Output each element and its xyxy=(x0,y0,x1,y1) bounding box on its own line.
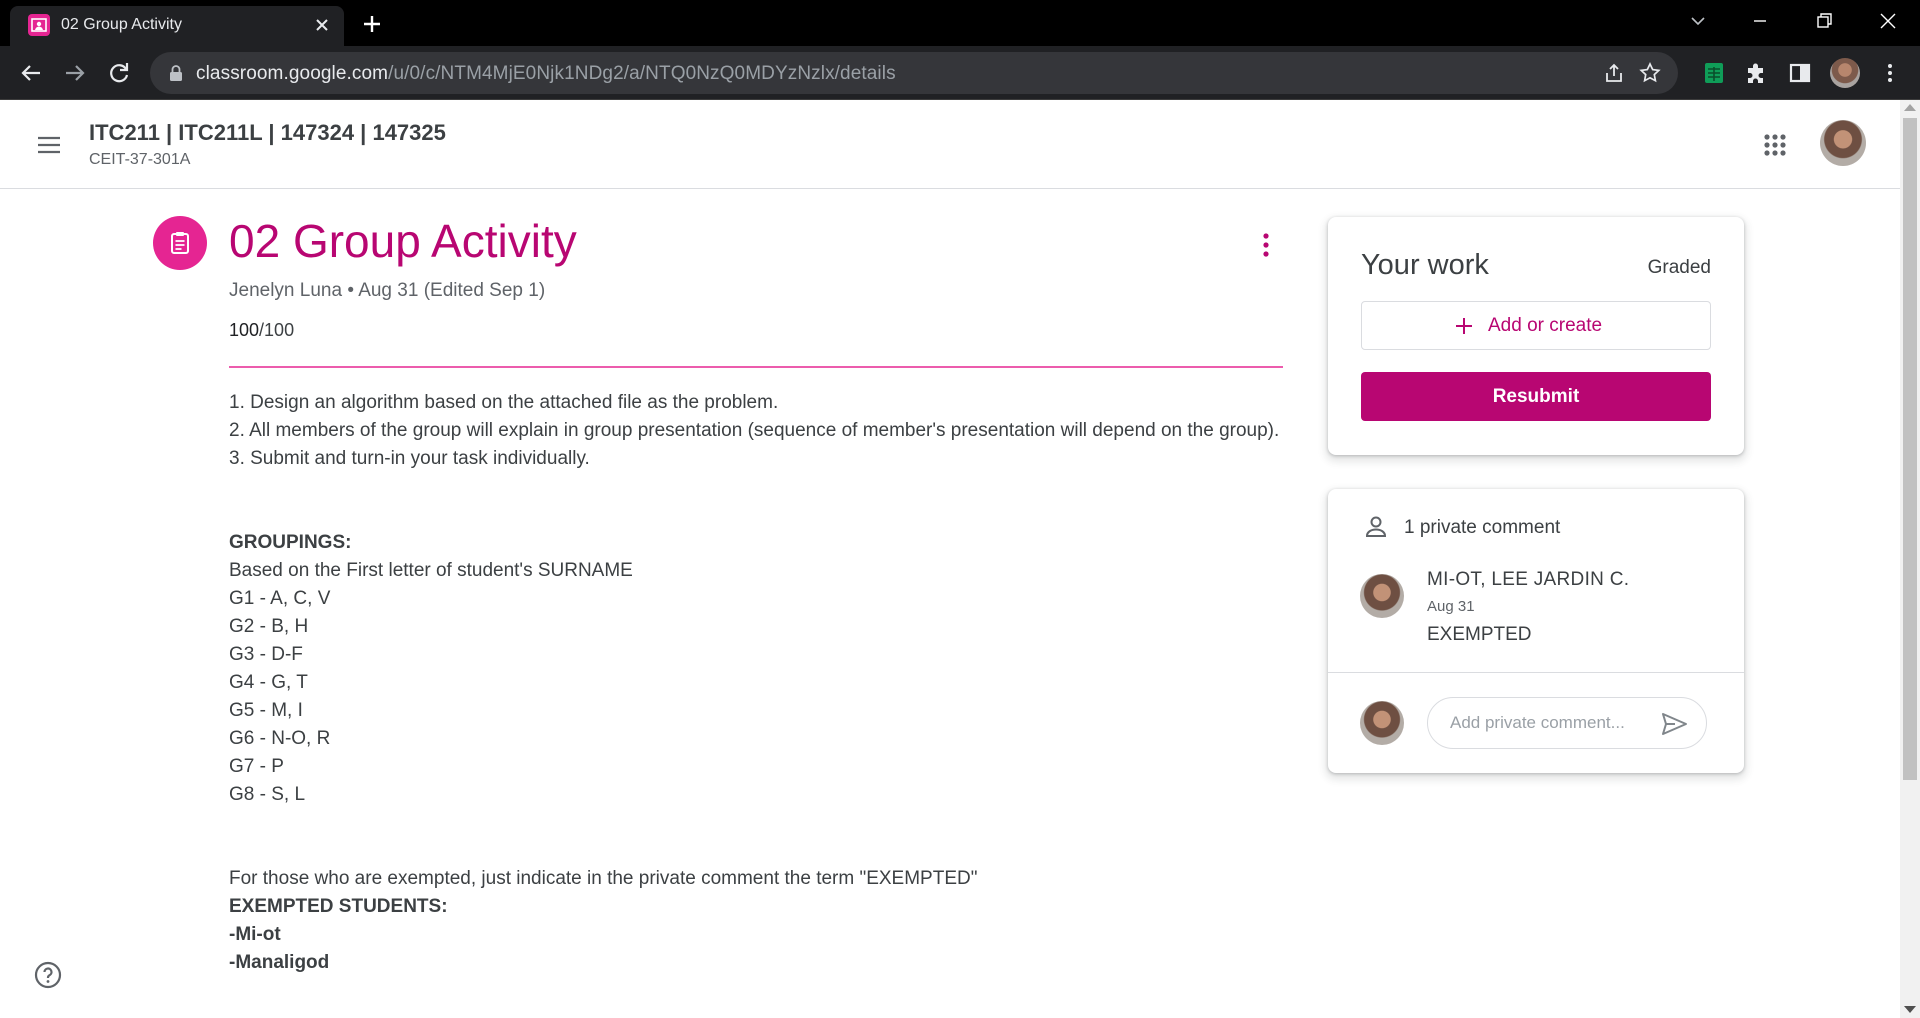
group-item: G2 - B, H xyxy=(229,616,309,637)
group-item: G8 - S, L xyxy=(229,784,306,805)
commenter-avatar xyxy=(1360,574,1404,618)
assignment-clipboard-icon xyxy=(153,216,207,270)
exempted-heading: EXEMPTED STUDENTS: xyxy=(229,896,448,917)
address-bar[interactable]: classroom.google.com/u/0/c/NTM4MjE0Njk1N… xyxy=(150,52,1678,94)
comment-date: Aug 31 xyxy=(1427,598,1475,615)
scroll-down-arrow-icon[interactable] xyxy=(1904,1006,1916,1013)
url-path: /u/0/c/NTM4MjE0Njk1NDg2/a/NTQ0NzQ0MDYzNz… xyxy=(388,63,896,84)
scroll-up-arrow-icon[interactable] xyxy=(1904,104,1916,111)
group-item: G7 - P xyxy=(229,756,284,777)
group-item: G3 - D-F xyxy=(229,644,303,665)
add-or-create-button[interactable]: Add or create xyxy=(1361,301,1711,350)
title-divider xyxy=(229,366,1283,368)
comment-text: EXEMPTED xyxy=(1427,624,1532,645)
exempted-student: -Manaligod xyxy=(229,952,330,973)
assignment-instructions: 1. Design an algorithm based on the atta… xyxy=(229,389,1289,977)
new-tab-plus-icon[interactable] xyxy=(358,10,386,38)
star-icon[interactable] xyxy=(1638,61,1662,85)
course-title[interactable]: ITC211 | ITC211L | 147324 | 147325 xyxy=(89,120,446,146)
instruction-step-3: 3. Submit and turn-in your task individu… xyxy=(229,448,590,469)
classroom-header: ITC211 | ITC211L | 147324 | 147325 CEIT-… xyxy=(0,100,1900,189)
assignment-points: 100/100 xyxy=(229,320,294,341)
help-icon[interactable] xyxy=(33,960,63,990)
browser-toolbar: classroom.google.com/u/0/c/NTM4MjE0Njk1N… xyxy=(0,46,1920,100)
points-total: /100 xyxy=(259,320,295,340)
private-comments-card: 1 private comment MI-OT, LEE JARDIN C. A… xyxy=(1328,489,1744,773)
sheets-extension-icon[interactable] xyxy=(1700,59,1728,87)
group-item: G5 - M, I xyxy=(229,700,303,721)
lock-icon[interactable] xyxy=(168,64,184,82)
more-options-icon[interactable] xyxy=(1252,228,1280,262)
send-icon[interactable] xyxy=(1659,709,1689,739)
account-avatar[interactable] xyxy=(1820,120,1866,166)
back-arrow-icon[interactable] xyxy=(16,58,46,88)
close-tab-icon[interactable] xyxy=(310,13,334,37)
person-icon xyxy=(1362,513,1390,541)
your-work-card: Your work Graded Add or create Resubmit xyxy=(1328,217,1744,455)
profile-avatar[interactable] xyxy=(1830,58,1860,88)
instruction-step-1: 1. Design an algorithm based on the atta… xyxy=(229,392,779,413)
share-icon[interactable] xyxy=(1602,61,1626,85)
work-status: Graded xyxy=(1647,257,1711,278)
extensions-puzzle-icon[interactable] xyxy=(1742,59,1770,87)
window-close-icon[interactable] xyxy=(1870,6,1906,36)
exempted-student: -Mi-ot xyxy=(229,924,281,945)
tab-title: 02 Group Activity xyxy=(61,16,182,33)
groupings-basis: Based on the First letter of student's S… xyxy=(229,560,633,581)
browser-tab[interactable]: 02 Group Activity xyxy=(10,6,344,46)
plus-icon xyxy=(1452,314,1476,338)
tab-search-chevron-down-icon[interactable] xyxy=(1680,6,1716,36)
main-menu-icon[interactable] xyxy=(34,130,64,160)
group-item: G1 - A, C, V xyxy=(229,588,331,609)
minimize-icon[interactable] xyxy=(1742,6,1778,36)
comment-author: MI-OT, LEE JARDIN C. xyxy=(1427,569,1630,590)
exempt-note: For those who are exempted, just indicat… xyxy=(229,868,978,889)
url-text[interactable]: classroom.google.com/u/0/c/NTM4MjE0Njk1N… xyxy=(196,63,896,85)
forward-arrow-icon[interactable] xyxy=(60,58,90,88)
my-avatar xyxy=(1360,701,1404,745)
side-panel-icon[interactable] xyxy=(1786,59,1814,87)
group-item: G4 - G, T xyxy=(229,672,308,693)
add-or-create-label: Add or create xyxy=(1488,315,1603,336)
group-item: G6 - N-O, R xyxy=(229,728,331,749)
page-scrollbar[interactable] xyxy=(1900,100,1920,1018)
classroom-favicon-icon xyxy=(28,14,50,36)
assignment-title: 02 Group Activity xyxy=(229,215,577,267)
scrollbar-thumb[interactable] xyxy=(1903,118,1917,780)
restore-icon[interactable] xyxy=(1806,6,1842,36)
reload-icon[interactable] xyxy=(104,58,134,88)
assignment-meta: Jenelyn Luna • Aug 31 (Edited Sep 1) xyxy=(229,280,546,301)
instruction-step-2: 2. All members of the group will explain… xyxy=(229,420,1280,441)
comment-divider xyxy=(1328,672,1744,673)
your-work-title: Your work xyxy=(1361,249,1489,281)
course-section: CEIT-37-301A xyxy=(89,151,191,168)
private-comment-count[interactable]: 1 private comment xyxy=(1404,517,1560,539)
browser-titlebar: 02 Group Activity xyxy=(0,0,1920,46)
resubmit-button[interactable]: Resubmit xyxy=(1361,372,1711,421)
url-host: classroom.google.com xyxy=(196,63,389,84)
google-apps-icon[interactable] xyxy=(1760,130,1790,160)
kebab-menu-icon[interactable] xyxy=(1876,59,1904,87)
groupings-heading: GROUPINGS: xyxy=(229,532,352,553)
points-earned: 100 xyxy=(229,320,260,340)
